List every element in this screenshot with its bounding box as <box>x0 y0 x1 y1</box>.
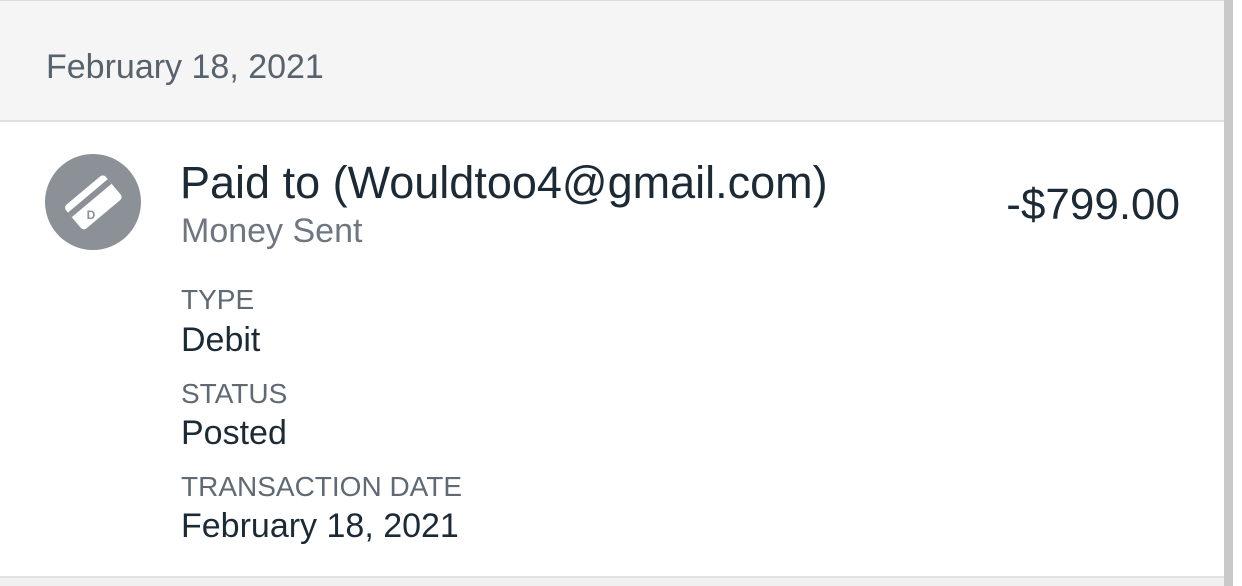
status-value: Posted <box>181 414 287 452</box>
transaction-type-subtitle: Money Sent <box>181 212 363 250</box>
transaction-item[interactable]: D Paid to (Wouldtoo4@gmail.com) Money Se… <box>0 122 1224 576</box>
type-label: TYPE <box>181 284 255 315</box>
type-value: Debit <box>181 321 261 359</box>
scrollbar[interactable] <box>1224 0 1233 586</box>
card-letter: D <box>87 208 96 222</box>
payee-name: Paid to (Wouldtoo4@gmail.com) <box>180 157 828 208</box>
list-divider <box>0 576 1224 586</box>
date-group-header: February 18, 2021 <box>0 0 1224 122</box>
status-label: STATUS <box>181 378 288 409</box>
debit-card-icon-graphic: D <box>65 175 122 230</box>
date-group-label: February 18, 2021 <box>46 48 324 86</box>
transaction-date-value: February 18, 2021 <box>181 507 459 545</box>
debit-card-icon: D <box>45 154 141 250</box>
transaction-date-label: TRANSACTION DATE <box>181 471 463 502</box>
transaction-amount: -$799.00 <box>1006 180 1180 229</box>
